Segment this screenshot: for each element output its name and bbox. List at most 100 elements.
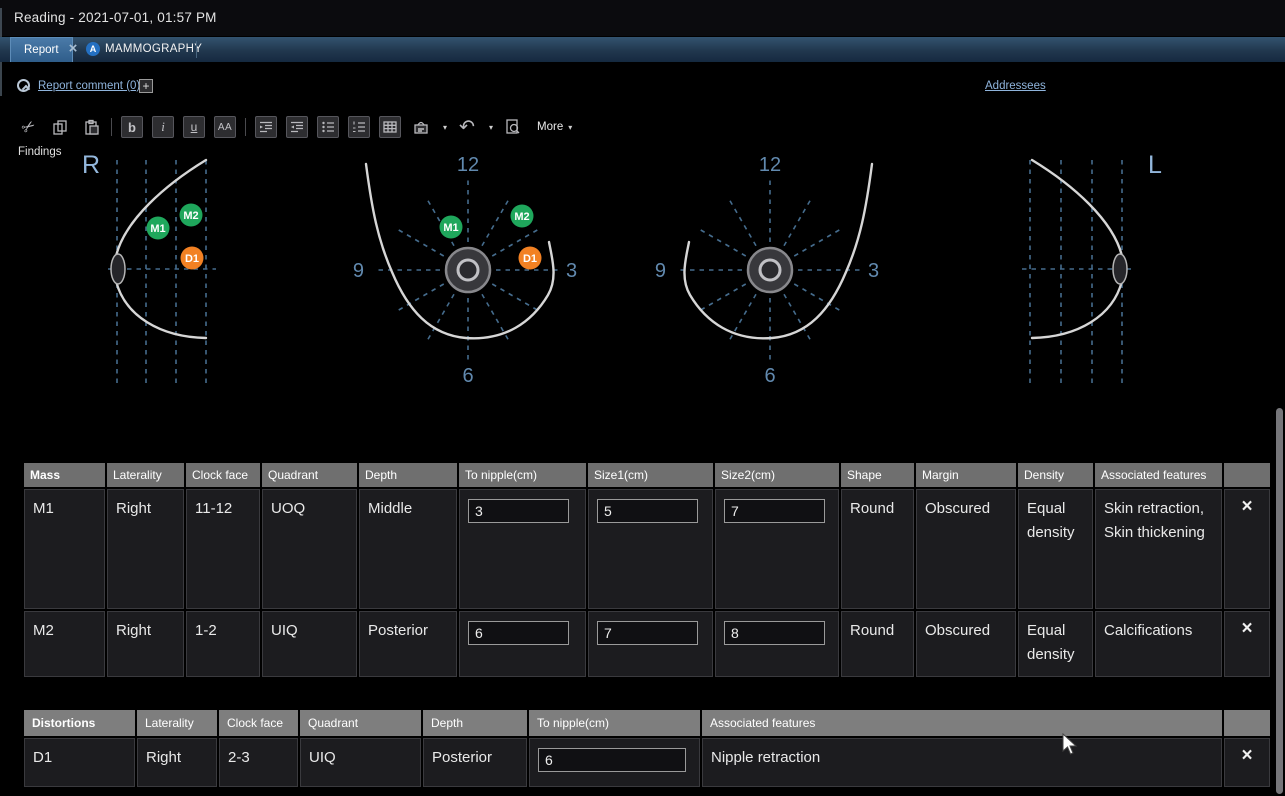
diagram-frontal-left: 12369 (655, 154, 879, 387)
col-distortions: Distortions (24, 710, 135, 736)
collapse-comment-icon[interactable] (17, 79, 30, 92)
add-comment-button[interactable]: + (139, 79, 153, 93)
size2-input[interactable] (724, 621, 825, 645)
insert-table-icon[interactable] (379, 116, 401, 138)
vertical-scrollbar[interactable] (1276, 408, 1283, 794)
cell-depth[interactable]: Posterior (423, 738, 527, 787)
undo-icon[interactable]: ↶ (456, 116, 478, 138)
svg-text:3: 3 (566, 260, 577, 282)
tab-mammography[interactable]: MAMMOGRAPHY (105, 43, 202, 55)
bullet-list-icon[interactable] (317, 116, 339, 138)
size2-input[interactable] (724, 499, 825, 523)
col-laterality: Laterality (137, 710, 217, 736)
outdent-icon[interactable] (255, 116, 277, 138)
preview-icon[interactable] (502, 116, 524, 138)
cell-density[interactable]: Equal density (1018, 611, 1093, 677)
col-associated-features: Associated features (702, 710, 1222, 736)
svg-text:D1: D1 (523, 253, 537, 265)
insert-field-icon[interactable] (410, 116, 432, 138)
cell-laterality[interactable]: Right (107, 489, 184, 609)
svg-text:9: 9 (655, 260, 666, 282)
col-size1: Size1(cm) (588, 463, 713, 487)
cell-shape[interactable]: Round (841, 489, 914, 609)
cell-associated-features[interactable]: Nipple retraction (702, 738, 1222, 787)
cut-icon[interactable]: ✂ (18, 116, 40, 138)
svg-text:9: 9 (353, 260, 364, 282)
delete-row-button[interactable]: × (1224, 611, 1270, 677)
bold-icon[interactable]: b (121, 116, 143, 138)
col-actions (1224, 463, 1270, 487)
to-nipple-input[interactable] (538, 748, 686, 772)
close-tab-icon[interactable]: × (64, 40, 82, 58)
size1-input[interactable] (597, 621, 698, 645)
nipple-right (111, 254, 125, 284)
svg-text:12: 12 (457, 154, 479, 176)
col-quadrant: Quadrant (262, 463, 357, 487)
cell-quadrant[interactable]: UOQ (262, 489, 357, 609)
cell-mass-id[interactable]: M2 (24, 611, 105, 677)
cell-clock-face[interactable]: 1-2 (186, 611, 260, 677)
svg-text:M2: M2 (514, 211, 529, 223)
undo-dropdown-caret-icon[interactable]: ▾ (489, 123, 493, 132)
delete-row-button[interactable]: × (1224, 489, 1270, 609)
cell-margin[interactable]: Obscured (916, 611, 1016, 677)
editor-toolbar: ✂ b i u AA ▾ ↶ ▾ More ▾ (18, 110, 572, 144)
col-depth: Depth (423, 710, 527, 736)
italic-icon[interactable]: i (152, 116, 174, 138)
more-button[interactable]: More ▾ (537, 121, 572, 133)
cell-mass-id[interactable]: M1 (24, 489, 105, 609)
col-depth: Depth (359, 463, 457, 487)
distortions-table: Distortions Laterality Clock face Quadra… (22, 708, 1272, 789)
copy-icon[interactable] (49, 116, 71, 138)
diagram-lateral-right: R M1M2D1 (82, 151, 216, 385)
col-associated-features: Associated features (1095, 463, 1222, 487)
diagram-frontal-right: 12 3 6 9 M1 M2 D1 (353, 154, 577, 387)
cell-quadrant[interactable]: UIQ (300, 738, 421, 787)
col-mass: Mass (24, 463, 105, 487)
svg-text:12: 12 (759, 154, 781, 176)
cell-density[interactable]: Equal density (1018, 489, 1093, 609)
addressees-link[interactable]: Addressees (985, 80, 1046, 92)
svg-text:3: 3 (868, 260, 879, 282)
cell-margin[interactable]: Obscured (916, 489, 1016, 609)
field-dropdown-caret-icon[interactable]: ▾ (443, 123, 447, 132)
cell-depth[interactable]: Middle (359, 489, 457, 609)
mass-findings-table: Mass Laterality Clock face Quadrant Dept… (22, 461, 1272, 679)
tab-separator (196, 41, 197, 58)
numbered-list-icon[interactable] (348, 116, 370, 138)
cell-distortion-id[interactable]: D1 (24, 738, 135, 787)
to-nipple-input[interactable] (468, 621, 569, 645)
svg-text:M1: M1 (443, 222, 458, 234)
cell-depth[interactable]: Posterior (359, 611, 457, 677)
cell-laterality[interactable]: Right (137, 738, 217, 787)
indent-icon[interactable] (286, 116, 308, 138)
markers-lateral-right: M1M2D1 (147, 204, 204, 270)
mass-header-row: Mass Laterality Clock face Quadrant Dept… (24, 463, 1270, 487)
svg-text:6: 6 (462, 365, 473, 387)
col-margin: Margin (916, 463, 1016, 487)
svg-text:M2: M2 (183, 210, 198, 222)
underline-icon[interactable]: u (183, 116, 205, 138)
mammography-badge-icon: A (86, 42, 100, 56)
cell-associated-features[interactable]: Skin retraction, Skin thickening (1095, 489, 1222, 609)
report-comment-link[interactable]: Report comment (0) (38, 80, 140, 92)
cell-associated-features[interactable]: Calcifications (1095, 611, 1222, 677)
paste-icon[interactable] (80, 116, 102, 138)
col-shape: Shape (841, 463, 914, 487)
size1-input[interactable] (597, 499, 698, 523)
cell-clock-face[interactable]: 2-3 (219, 738, 298, 787)
col-laterality: Laterality (107, 463, 184, 487)
delete-row-button[interactable]: × (1224, 738, 1270, 787)
left-side-label: L (1148, 151, 1162, 179)
distortions-header-row: Distortions Laterality Clock face Quadra… (24, 710, 1270, 736)
svg-text:D1: D1 (185, 253, 199, 265)
diagram-lateral-left: L (1022, 151, 1162, 385)
cell-shape[interactable]: Round (841, 611, 914, 677)
cell-laterality[interactable]: Right (107, 611, 184, 677)
to-nipple-input[interactable] (468, 499, 569, 523)
font-size-icon[interactable]: AA (214, 116, 236, 138)
col-clock-face: Clock face (219, 710, 298, 736)
cell-quadrant[interactable]: UIQ (262, 611, 357, 677)
cell-clock-face[interactable]: 11-12 (186, 489, 260, 609)
col-to-nipple: To nipple(cm) (529, 710, 700, 736)
